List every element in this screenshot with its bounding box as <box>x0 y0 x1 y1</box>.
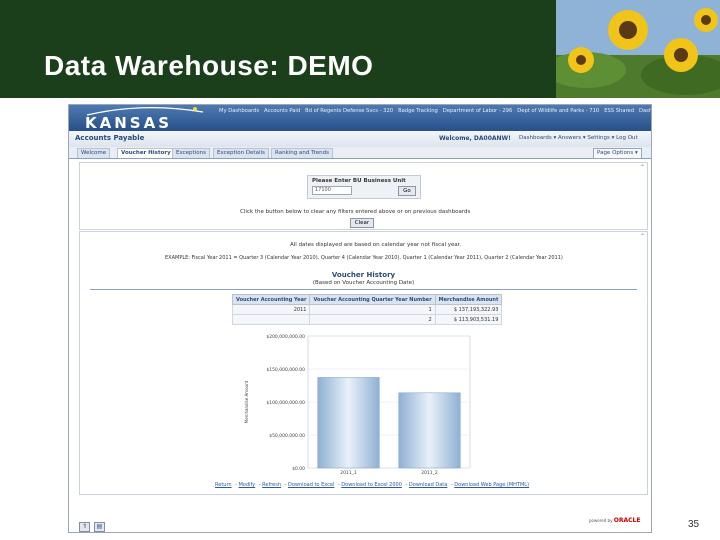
table-row: 2 $ 113,903,531.19 <box>231 314 503 325</box>
nav-link[interactable]: Dept of Wildlife and Parks - 710 <box>517 108 599 114</box>
report-link[interactable]: Download Data <box>409 482 447 488</box>
report-panel: ⌃ All dates displayed are based on calen… <box>79 231 648 495</box>
link-separator: - <box>233 482 239 488</box>
report-link[interactable]: Refresh <box>262 482 281 488</box>
collapse-icon[interactable]: ⌃ <box>640 164 645 171</box>
page-top-icon[interactable]: ⇑ <box>79 522 90 532</box>
prompt-panel: ⌃ Please Enter BU Business Unit 17100 Go… <box>79 162 648 230</box>
dashboard-screenshot: KANSAS My Dashboards Accounts Paid Bd of R… <box>68 104 652 533</box>
column-header[interactable]: Voucher Accounting Year <box>231 294 311 305</box>
report-title: Voucher History <box>331 271 396 279</box>
oracle-logo: ORACLE <box>613 517 641 524</box>
nav-link[interactable]: Dashboard <box>639 108 651 114</box>
page-title: Accounts Payable <box>75 134 145 142</box>
x-tick-label: 2011_1 <box>340 470 357 476</box>
report-link[interactable]: Modify <box>239 482 256 488</box>
page-options-button[interactable]: Page Options ▾ <box>593 148 642 159</box>
print-icon[interactable]: ▤ <box>94 522 105 532</box>
top-links[interactable]: Dashboards ▾ Answers ▾ Settings ▾ Log Ou… <box>519 135 638 141</box>
table-cell: 2011 <box>231 304 311 315</box>
column-header[interactable]: Voucher Accounting Quarter Year Number <box>309 294 436 305</box>
app-header: Accounts Payable Welcome, DA00ANW! Dashb… <box>69 131 651 148</box>
column-header[interactable]: Merchandise Amount <box>434 294 503 305</box>
collapse-icon[interactable]: ⌃ <box>640 233 645 240</box>
voucher-history-table: Voucher Accounting Year Voucher Accounti… <box>231 294 503 325</box>
clear-instructions: Click the button below to clear any filt… <box>240 209 471 215</box>
sunflower-photo <box>556 0 720 98</box>
nav-link[interactable]: Department of Labor - 296 <box>443 108 512 114</box>
table-row: 2011 1 $ 137,193,322.93 <box>231 304 503 315</box>
tab-bar: Welcome Voucher History Exceptions Excep… <box>69 147 651 159</box>
welcome-text: Welcome, DA00ANW! <box>439 135 511 142</box>
voucher-history-chart: $0.00 $50,000,000.00 $100,000,000.00 $150,0… <box>244 334 471 476</box>
calendar-note: All dates displayed are based on calenda… <box>290 242 462 248</box>
table-cell <box>231 314 311 325</box>
report-link[interactable]: Download to Excel 2000 <box>341 482 402 488</box>
bottom-toolbar: ⇑ ▤ <box>79 515 109 532</box>
report-link[interactable]: Return <box>215 482 232 488</box>
go-button[interactable]: Go <box>398 186 416 196</box>
page-number: 35 <box>688 519 700 530</box>
y-tick-label: $200,000,000.00 <box>266 334 305 340</box>
tab-exception-details[interactable]: Exception Details <box>213 148 269 158</box>
y-axis-label: Merchandise Amount <box>244 380 249 423</box>
report-subtitle: (Based on Voucher Accounting Date) <box>312 280 415 286</box>
nav-links: My Dashboards Accounts Paid Bd of Regents … <box>219 108 651 116</box>
fiscal-example: EXAMPLE: Fiscal Year 2011 = Quarter 3 (C… <box>165 255 563 261</box>
business-unit-prompt: Please Enter BU Business Unit 17100 Go <box>307 175 421 199</box>
bar <box>317 377 380 469</box>
bar <box>398 392 461 469</box>
business-unit-input[interactable]: 17100 <box>312 186 352 195</box>
powered-by-text: powered by <box>589 518 613 523</box>
table-cell: $ 137,193,322.93 <box>434 304 503 315</box>
report-link[interactable]: Download Web Page (MHTML) <box>454 482 529 488</box>
tab-welcome[interactable]: Welcome <box>77 148 111 158</box>
nav-link[interactable]: Bd of Regents Defense Svcs - 320 <box>305 108 393 114</box>
nav-link[interactable]: ESS Shared <box>604 108 634 114</box>
report-links: Return - Modify - Refresh - Download to … <box>215 482 531 488</box>
divider <box>90 289 637 290</box>
top-nav-bar: KANSAS My Dashboards Accounts Paid Bd of R… <box>69 105 651 132</box>
nav-link[interactable]: My Dashboards <box>219 108 259 114</box>
tab-ranking-and-trends[interactable]: Ranking and Trends <box>271 148 334 158</box>
tab-exceptions[interactable]: Exceptions <box>172 148 210 158</box>
kansas-logo: KANSAS <box>85 114 173 132</box>
nav-link[interactable]: Accounts Paid <box>264 108 300 114</box>
business-unit-label: Please Enter BU Business Unit <box>312 178 406 184</box>
y-tick-label: $50,000,000.00 <box>269 433 305 439</box>
table-cell: 2 <box>309 314 436 325</box>
tab-voucher-history[interactable]: Voucher History <box>117 148 175 158</box>
clear-button[interactable]: Clear <box>350 218 374 228</box>
x-tick-label: 2011_2 <box>421 470 438 476</box>
slide-title: Data Warehouse: DEMO <box>44 50 374 81</box>
report-link[interactable]: Download to Excel <box>288 482 334 488</box>
powered-by-oracle: powered by ORACLE <box>589 517 640 524</box>
y-tick-label: $0.00 <box>292 466 305 472</box>
table-cell: 1 <box>309 304 436 315</box>
table-cell: $ 113,903,531.19 <box>434 314 503 325</box>
nav-link[interactable]: Badge Tracking <box>398 108 438 114</box>
y-tick-label: $100,000,000.00 <box>266 400 305 406</box>
y-tick-label: $150,000,000.00 <box>266 367 305 373</box>
slide-banner: Data Warehouse: DEMO <box>0 0 720 98</box>
